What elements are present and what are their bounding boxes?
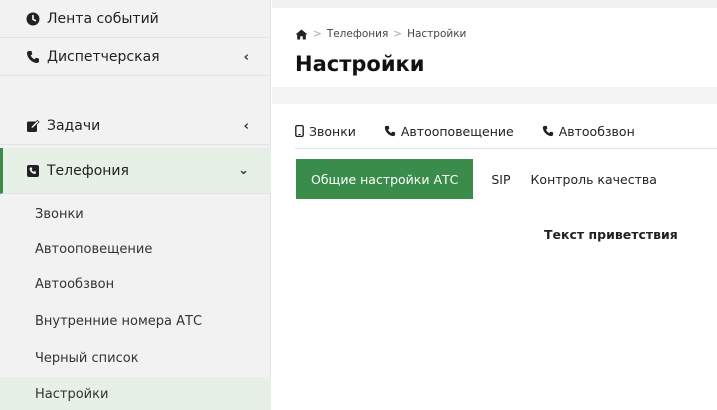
tab-label: Автообзвон <box>558 123 635 139</box>
sidebar-subitem-calls[interactable]: Звонки <box>0 197 271 232</box>
sidebar-item-label: Лента событий <box>47 10 159 27</box>
section-divider <box>272 87 717 104</box>
phone-icon <box>542 125 554 137</box>
clock-icon <box>26 12 40 26</box>
phone-square-icon <box>26 164 40 178</box>
sidebar-subitem-label: Настройки <box>35 387 109 402</box>
sidebar-item-tasks[interactable]: Задачи ‹ <box>0 107 271 145</box>
sidebar-subitem-label: Черный список <box>35 351 139 366</box>
subtab-bar: Общие настройки АТС SIP Контроль качеств… <box>296 159 677 199</box>
sidebar: Лента событий Диспетчерская ‹ Задачи ‹ Т… <box>0 0 271 410</box>
sidebar-item-label: Задачи <box>47 117 101 134</box>
breadcrumb: > Телефония > Настройки <box>295 28 466 40</box>
subtab-quality-control[interactable]: Контроль качества <box>531 172 657 187</box>
chevron-left-icon: ‹ <box>243 119 249 134</box>
breadcrumb-item-settings: Настройки <box>407 28 467 40</box>
mobile-icon <box>295 125 304 137</box>
tab-autonotify[interactable]: Автооповещение <box>384 124 514 139</box>
sidebar-item-label: Телефония <box>47 162 129 179</box>
tab-label: Автооповещение <box>400 123 514 139</box>
sidebar-subitem-autonotify[interactable]: Автооповещение <box>0 232 271 267</box>
tab-autodial[interactable]: Автообзвон <box>542 124 635 139</box>
top-strip <box>272 0 717 8</box>
home-icon[interactable] <box>295 29 308 40</box>
chevron-left-icon: ‹ <box>243 50 249 65</box>
sidebar-subitem-autodial[interactable]: Автообзвон <box>0 267 271 302</box>
tab-underline <box>295 148 717 149</box>
tab-label: Звонки <box>309 123 356 139</box>
sidebar-subitem-internal-numbers[interactable]: Внутренние номера АТС <box>0 304 271 339</box>
phone-icon <box>26 50 40 64</box>
page-title: Настройки <box>295 52 425 76</box>
sidebar-item-label: Диспетчерская <box>47 48 160 65</box>
sidebar-subitem-label: Автообзвон <box>35 277 115 292</box>
subtab-general-settings[interactable]: Общие настройки АТС <box>296 159 474 199</box>
breadcrumb-separator: > <box>393 28 403 40</box>
breadcrumb-separator: > <box>313 28 322 40</box>
sidebar-subitem-label: Звонки <box>35 207 84 222</box>
sidebar-subitem-settings[interactable]: Настройки <box>0 377 271 410</box>
main-content: > Телефония > Настройки Настройки Звонки… <box>272 0 717 410</box>
edit-icon <box>26 119 40 133</box>
sidebar-item-dispatch[interactable]: Диспетчерская ‹ <box>0 38 271 76</box>
tab-bar: Звонки Автооповещение Автообзвон <box>295 114 663 148</box>
sidebar-item-event-feed[interactable]: Лента событий <box>0 0 271 38</box>
sidebar-subitem-label: Автооповещение <box>35 242 153 257</box>
tab-calls[interactable]: Звонки <box>295 124 356 139</box>
subtab-sip[interactable]: SIP <box>491 172 510 187</box>
phone-icon <box>384 125 396 137</box>
greeting-text-label: Текст приветствия <box>544 227 678 242</box>
chevron-down-icon: ⌄ <box>238 163 249 178</box>
sidebar-subitem-blacklist[interactable]: Черный список <box>0 341 271 376</box>
breadcrumb-item-telephony[interactable]: Телефония <box>327 28 388 40</box>
sidebar-subitem-label: Внутренние номера АТС <box>35 314 203 329</box>
sidebar-item-telephony[interactable]: Телефония ⌄ <box>0 148 271 194</box>
